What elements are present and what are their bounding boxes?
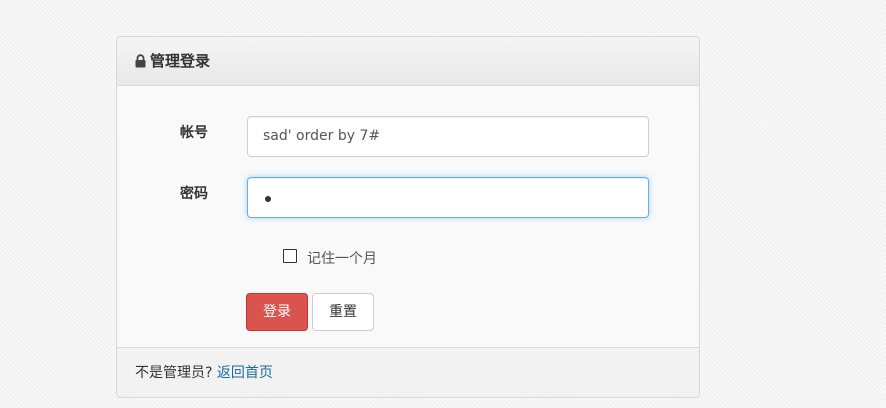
- lock-icon: [135, 54, 146, 68]
- login-button[interactable]: 登录: [246, 293, 308, 331]
- login-panel: 管理登录 帐号 sad' order by 7# 密码 记住一个月 登录 重置 …: [116, 36, 700, 398]
- panel-footer: 不是管理员? 返回首页: [117, 347, 699, 397]
- panel-heading: 管理登录: [117, 37, 699, 86]
- back-home-link[interactable]: 返回首页: [217, 365, 273, 381]
- footer-prompt: 不是管理员?: [135, 365, 213, 381]
- footer-text: 不是管理员? 返回首页: [135, 364, 273, 382]
- password-label: 密码: [180, 186, 208, 202]
- account-label: 帐号: [180, 125, 208, 141]
- remember-checkbox[interactable]: [283, 249, 297, 263]
- account-input[interactable]: sad' order by 7#: [247, 116, 649, 157]
- password-input[interactable]: [247, 177, 649, 218]
- remember-label[interactable]: 记住一个月: [307, 250, 377, 268]
- reset-button[interactable]: 重置: [312, 293, 374, 331]
- password-mask-dot: [265, 196, 271, 202]
- panel-title: 管理登录: [150, 52, 211, 70]
